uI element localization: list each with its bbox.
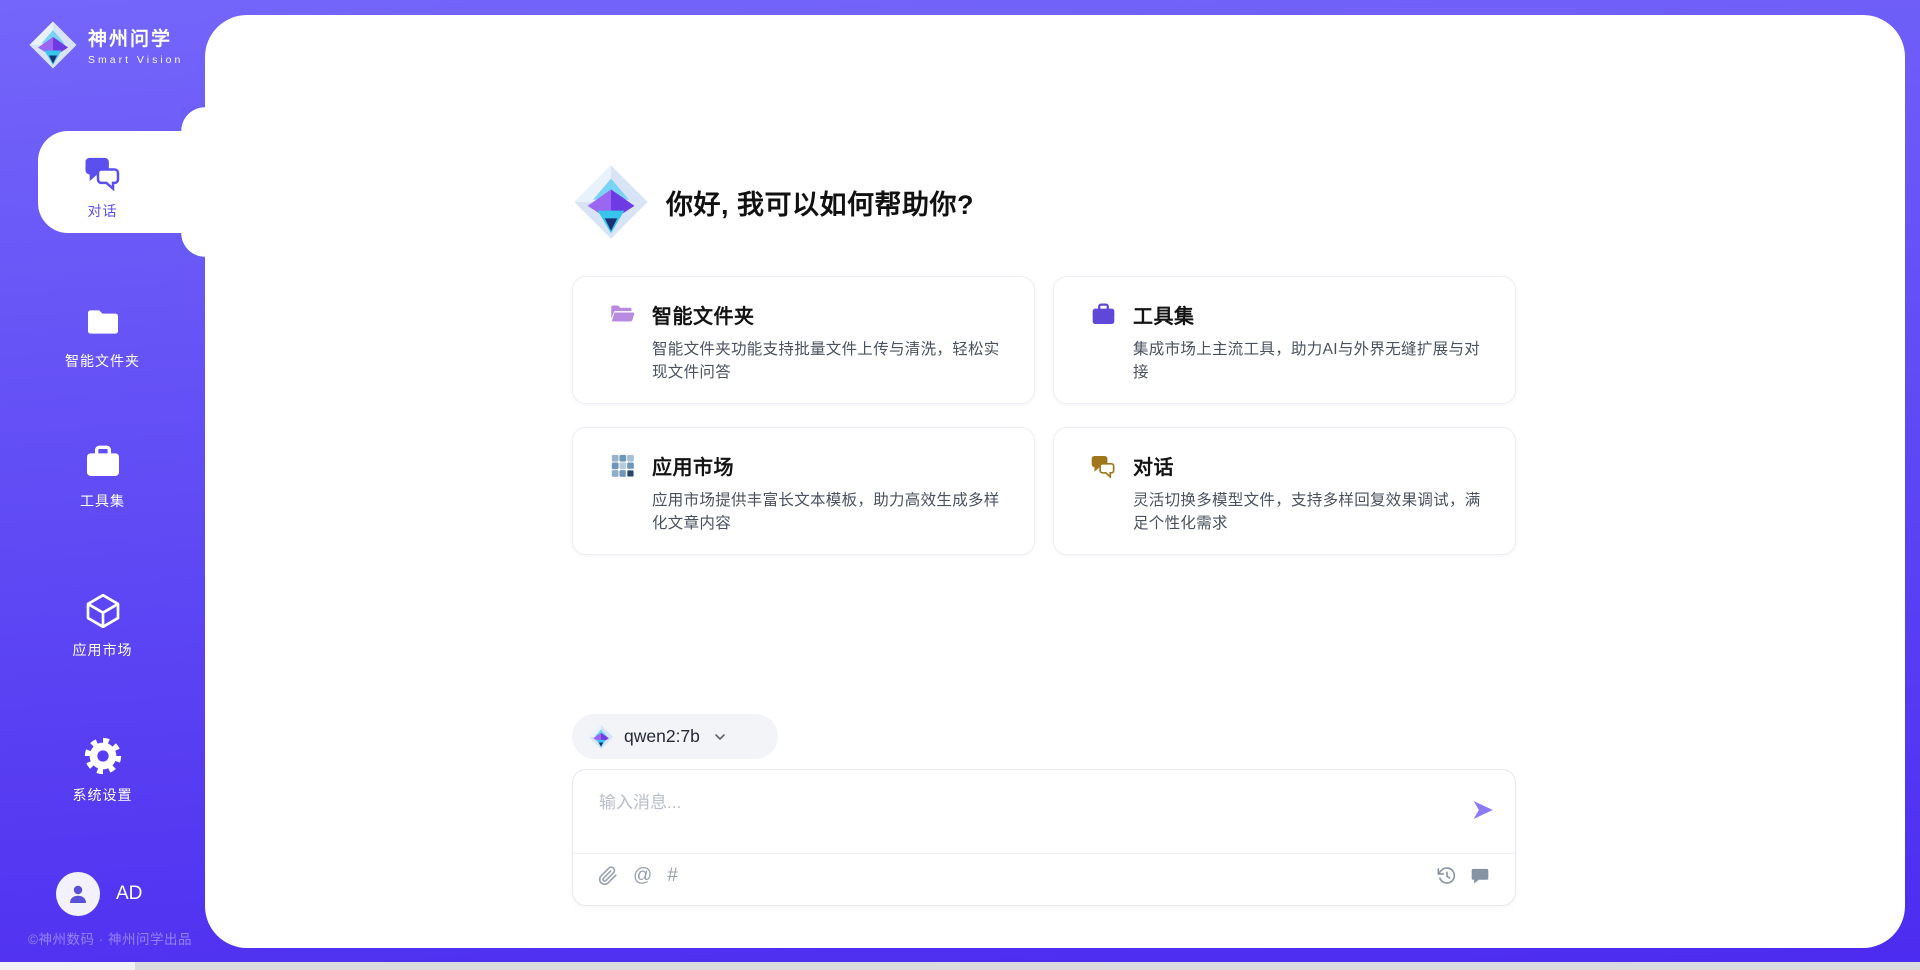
sidebar-item-label: 智能文件夹 [65,351,140,371]
at-icon[interactable]: @ [633,866,652,886]
composer-divider [573,853,1515,854]
main-panel: 你好, 我可以如何帮助你? 智能文件夹 智能文件夹功能支持批量文件上传与清洗，轻… [205,15,1905,948]
message-input[interactable] [599,788,1439,846]
toolbox-icon [1090,301,1117,328]
card-description: 灵活切换多模型文件，支持多样回复效果调试，满足个性化需求 [1133,489,1489,536]
scrollbar-thumb[interactable] [135,962,1920,970]
model-diamond-icon [588,724,614,750]
sidebar-item-label: 系统设置 [73,785,133,805]
brand-name: 神州问学 [88,24,183,51]
copyright-text: ©神州数码 · 神州问学出品 [28,928,192,948]
gear-icon [83,736,123,776]
user-profile[interactable]: AD [56,872,142,916]
sidebar-item-app-market[interactable]: 应用市场 [0,591,205,660]
active-tab-fillet-bottom [181,233,205,257]
card-smart-folder[interactable]: 智能文件夹 智能文件夹功能支持批量文件上传与清洗，轻松实现文件问答 [572,276,1035,404]
card-description: 集成市场上主流工具，助力AI与外界无缝扩展与对接 [1133,338,1489,385]
card-description: 应用市场提供丰富长文本模板，助力高效生成多样化文章内容 [652,489,1008,536]
card-title: 应用市场 [652,451,734,480]
composer-right-tools [1437,866,1490,886]
chat-icon [83,152,123,192]
brand-logo: 神州问学 Smart Vision [28,20,183,70]
brand-diamond-icon [28,20,78,70]
paperclip-icon[interactable] [598,866,618,886]
person-icon [66,882,90,906]
card-title: 工具集 [1133,300,1195,329]
history-icon[interactable] [1437,866,1457,886]
avatar [56,872,100,916]
sidebar-item-toolset[interactable]: 工具集 [0,442,205,511]
active-tab-fillet-top [181,107,205,131]
card-title: 智能文件夹 [652,300,755,329]
chat-icon [1090,452,1117,479]
greeting-diamond-icon [572,163,650,241]
composer-left-tools: @ # [598,866,678,886]
model-selector[interactable]: qwen2:7b [572,714,778,759]
model-name: qwen2:7b [624,726,700,747]
sidebar-item-label: 对话 [88,201,118,221]
folder-icon [83,302,123,342]
sidebar-item-settings[interactable]: 系统设置 [0,736,205,805]
sidebar: 神州问学 Smart Vision 对话 智能文件夹 工具集 应用市场 系统设置… [0,0,205,970]
greeting-title: 你好, 我可以如何帮助你? [666,183,974,222]
send-icon[interactable] [1471,798,1495,822]
card-chat[interactable]: 对话 灵活切换多模型文件，支持多样回复效果调试，满足个性化需求 [1053,427,1516,555]
sidebar-item-smart-folder[interactable]: 智能文件夹 [0,302,205,371]
app-grid-icon [609,452,636,479]
greeting: 你好, 我可以如何帮助你? [572,163,974,241]
cube-icon [83,591,123,631]
sidebar-item-label: 工具集 [80,491,125,511]
card-title: 对话 [1133,451,1174,480]
sidebar-item-label: 应用市场 [73,640,133,660]
card-toolset[interactable]: 工具集 集成市场上主流工具，助力AI与外界无缝扩展与对接 [1053,276,1516,404]
card-description: 智能文件夹功能支持批量文件上传与清洗，轻松实现文件问答 [652,338,1008,385]
card-app-market[interactable]: 应用市场 应用市场提供丰富长文本模板，助力高效生成多样化文章内容 [572,427,1035,555]
toolbox-icon [83,442,123,482]
feature-cards: 智能文件夹 智能文件夹功能支持批量文件上传与清洗，轻松实现文件问答 工具集 集成… [572,276,1516,555]
chevron-down-icon [712,729,728,745]
message-composer: @ # [572,769,1516,906]
chat-bubble-icon[interactable] [1470,866,1490,886]
hash-icon[interactable]: # [667,866,678,886]
brand-subtitle: Smart Vision [88,54,183,66]
sidebar-item-chat[interactable]: 对话 [0,152,205,221]
user-name: AD [116,883,142,905]
folder-open-icon [609,301,636,328]
horizontal-scrollbar [0,962,1920,970]
